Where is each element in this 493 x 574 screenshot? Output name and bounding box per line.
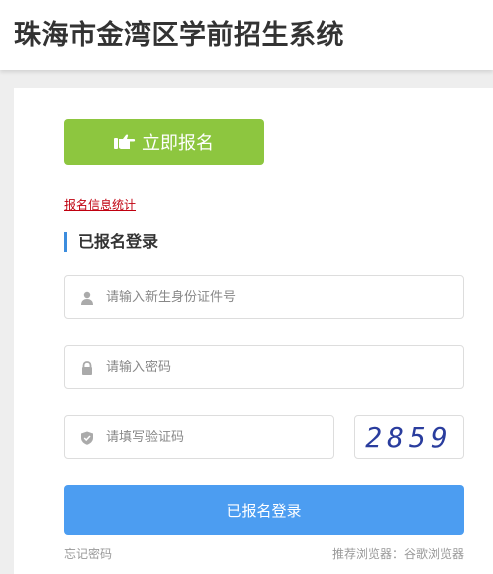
user-icon <box>80 290 94 305</box>
hand-pointing-right-icon <box>114 134 136 150</box>
id-number-input[interactable] <box>106 289 463 305</box>
header-bar: 珠海市金湾区学前招生系统 <box>0 0 493 70</box>
login-button[interactable]: 已报名登录 <box>64 485 464 535</box>
login-card: 立即报名 报名信息统计 已报名登录 285 <box>14 88 493 574</box>
password-field[interactable] <box>64 345 464 389</box>
signup-button[interactable]: 立即报名 <box>64 119 264 165</box>
signup-stats-link[interactable]: 报名信息统计 <box>64 196 136 213</box>
shield-icon <box>80 430 94 445</box>
captcha-code: 2859 <box>365 420 453 454</box>
password-input[interactable] <box>106 359 463 375</box>
id-number-field[interactable] <box>64 275 464 319</box>
browser-recommendation: 推荐浏览器：谷歌浏览器 <box>331 547 464 561</box>
lock-icon <box>80 360 94 375</box>
signup-button-label: 立即报名 <box>142 133 214 153</box>
captcha-input[interactable] <box>106 429 333 445</box>
login-section-heading: 已报名登录 <box>64 232 158 252</box>
captcha-image[interactable]: 2859 <box>354 415 464 459</box>
captcha-field[interactable] <box>64 415 334 459</box>
site-title: 珠海市金湾区学前招生系统 <box>14 20 344 51</box>
forgot-password-link[interactable]: 忘记密码 <box>64 545 112 562</box>
